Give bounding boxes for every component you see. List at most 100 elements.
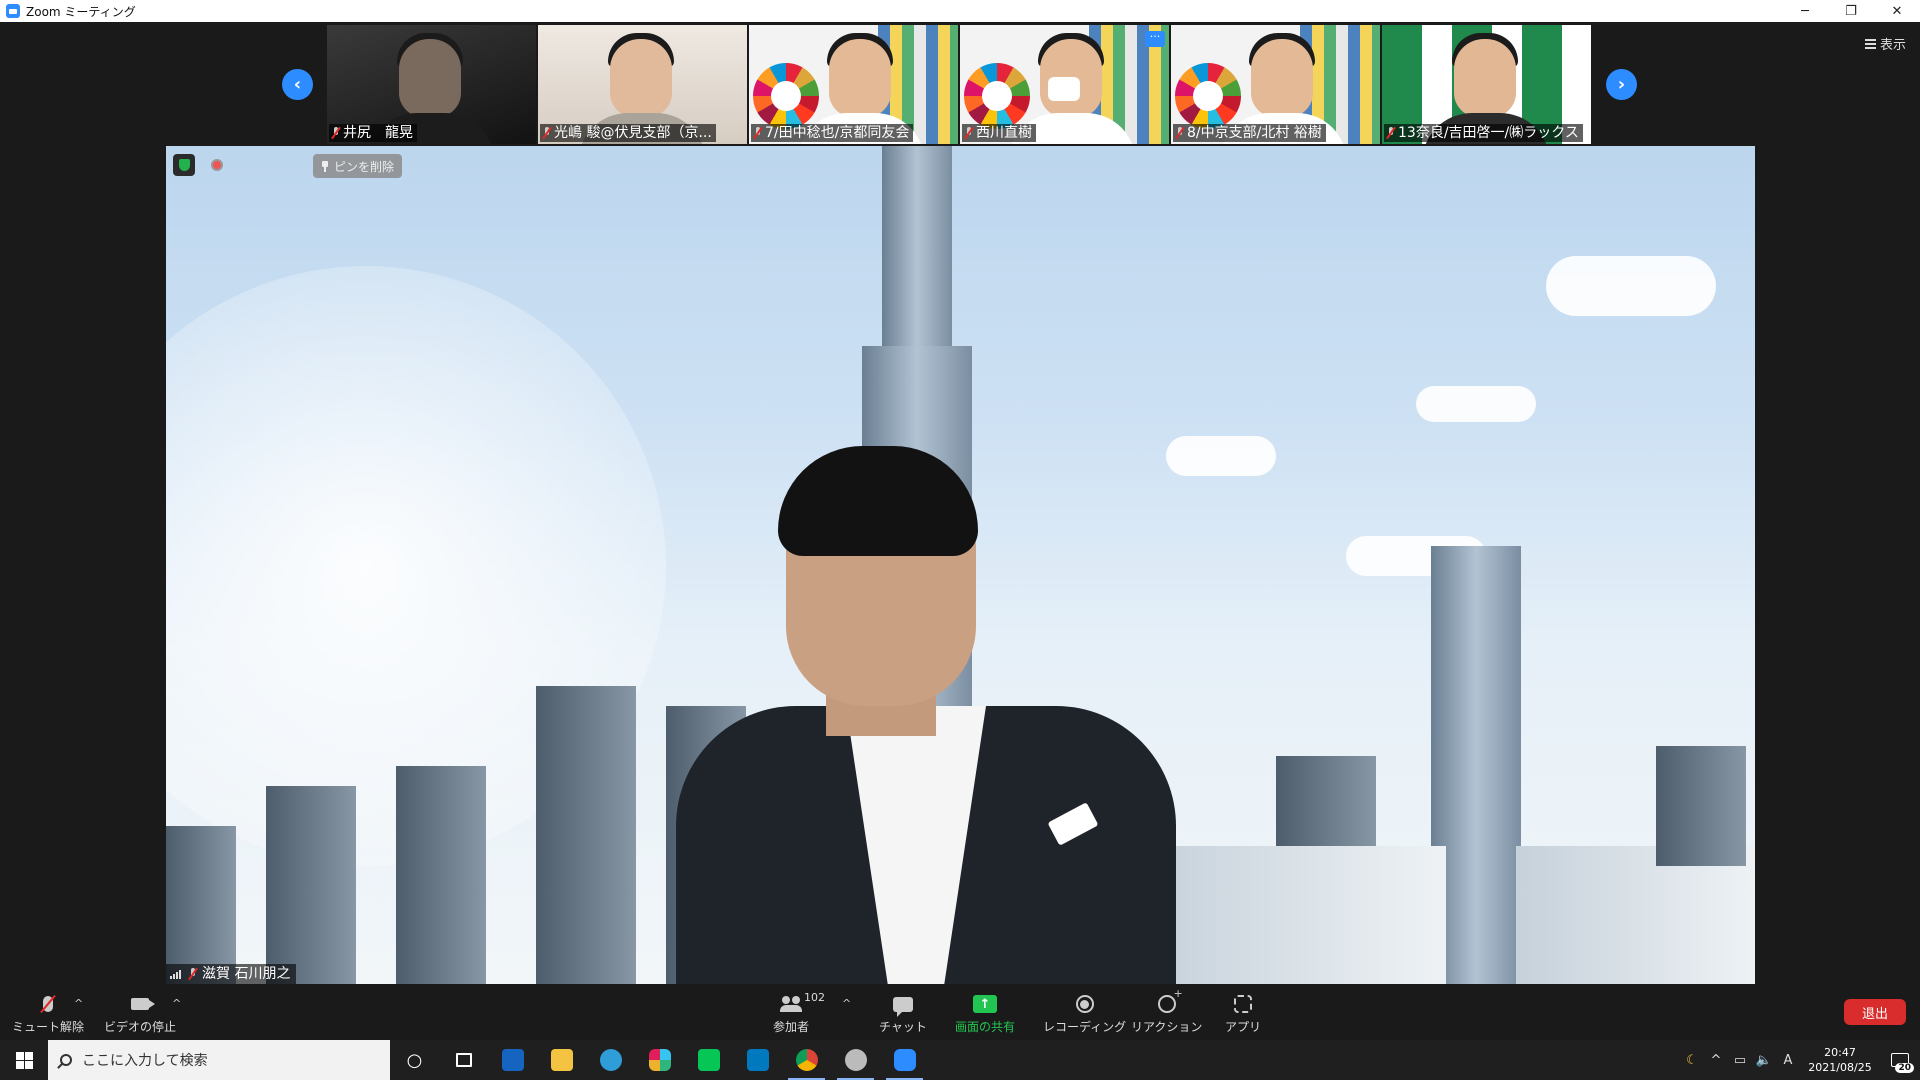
record-icon [1075,995,1094,1013]
leave-button[interactable]: 退出 [1844,999,1906,1025]
reactions-label: リアクション [1131,1020,1203,1034]
participants-button[interactable]: 102 参加者 [773,991,825,1035]
cortana-button[interactable]: ○ [390,1040,439,1080]
line-app-icon [697,1049,720,1071]
building [266,786,356,984]
restore-button[interactable]: ❐ [1828,0,1874,22]
stop-video-button[interactable]: ビデオの停止 [104,993,176,1035]
taskbar-app[interactable] [733,1040,782,1080]
video-options-caret[interactable]: ^ [172,997,181,1010]
muted-mic-icon [188,968,198,980]
settings-gear-icon [844,1049,867,1071]
taskbar-search-box[interactable]: ここに入力して検索 [48,1040,390,1080]
participants-options-caret[interactable]: ^ [842,997,851,1010]
participant-name-label: 西川直樹 [962,124,1036,142]
ime-mode-icon[interactable]: A [1776,1040,1800,1080]
speaker-name: 滋賀 石川朋之 [202,966,291,982]
windows-start-icon[interactable] [0,1040,48,1080]
participant-tile[interactable]: 井尻 龍晃 [327,25,536,144]
participant-face [1251,39,1313,117]
face-mask [1048,77,1080,101]
participant-name-label: 7/田中稔也/京都同友会 [751,124,914,142]
record-indicator-icon [211,159,223,171]
task-view-button[interactable] [439,1040,488,1080]
participant-tile[interactable]: 7/田中稔也/京都同友会 [749,25,958,144]
participant-name: 7/田中稔也/京都同友会 [765,125,910,141]
participant-face [399,39,461,117]
window-title: Zoom ミーティング [26,4,136,19]
participant-face [610,39,672,117]
unpin-button[interactable]: ピンを削除 [313,154,403,178]
participant-tile[interactable]: 13奈良/吉田啓一/㈱ラックス [1382,25,1591,144]
search-icon [60,1054,72,1066]
clock-date: 2021/08/25 [1808,1061,1872,1074]
signal-strength-icon [170,969,184,979]
prev-page-button[interactable]: ‹ [282,69,313,100]
next-page-button[interactable]: › [1606,69,1637,100]
participant-face [1454,39,1516,117]
participant-tile[interactable]: ··· 西川直樹 [960,25,1169,144]
main-speaker-video[interactable]: ピンを削除 滋賀 石川朋之 [166,146,1755,984]
chevron-right-icon: › [1617,74,1626,95]
emoji-reaction-icon [1157,987,1183,1013]
mall-building [1146,846,1446,984]
taskbar-app[interactable] [782,1040,831,1080]
taskbar-app[interactable] [831,1040,880,1080]
participant-strip: 井尻 龍晃 光嶋 駿@伏見支部（京... 7/田中稔也/京都同友会 ··· 西川… [327,25,1591,144]
taskbar-app[interactable] [586,1040,635,1080]
video-camera-icon [131,998,155,1010]
zoom-app-icon [6,4,20,18]
share-arrow-icon: ↑ [973,995,997,1013]
muted-mic-icon [964,127,974,139]
participants-icon [780,996,802,1012]
pin-icon [321,160,329,172]
participant-more-button[interactable]: ··· [1145,31,1165,47]
notification-center-icon[interactable]: 20 [1880,1040,1920,1080]
recording-button[interactable]: レコーディング [1043,993,1126,1035]
taskbar-app[interactable] [684,1040,733,1080]
participant-tile[interactable]: 光嶋 駿@伏見支部（京... [538,25,747,144]
taskbar-app[interactable] [537,1040,586,1080]
speaker-name-label: 滋賀 石川朋之 [166,964,297,984]
weather-icon[interactable]: ☾ [1680,1040,1704,1080]
close-button[interactable]: ✕ [1874,0,1920,22]
search-placeholder: ここに入力して検索 [82,1053,208,1069]
participant-count: 102 [804,991,825,1004]
participants-label: 参加者 [773,1020,810,1034]
battery-icon[interactable]: ▭ [1728,1040,1752,1080]
mic-muted-icon [43,996,53,1012]
calculator-app-icon [501,1049,524,1071]
share-screen-button[interactable]: ↑ 画面の共有 [955,993,1015,1035]
notification-count: 20 [1895,1063,1914,1073]
apps-label: アプリ [1225,1020,1262,1034]
audio-options-caret[interactable]: ^ [74,997,83,1010]
cloud [1166,436,1276,476]
building [1656,746,1746,866]
sdgs-wheel-graphic [1175,63,1241,129]
participant-tile[interactable]: 8/中京支部/北村 裕樹 [1171,25,1380,144]
participant-name: 光嶋 駿@伏見支部（京... [554,125,712,141]
participant-name-label: 井尻 龍晃 [329,124,417,142]
system-tray: ☾ ^ ▭ 🔈 A 20:47 2021/08/25 20 [1680,1040,1920,1080]
taskbar-app[interactable] [488,1040,537,1080]
title-bar: Zoom ミーティング ─ ❐ ✕ [0,0,1920,22]
taskbar-app[interactable] [635,1040,684,1080]
taskbar-clock[interactable]: 20:47 2021/08/25 [1800,1045,1880,1075]
sdgs-wheel-graphic [964,63,1030,129]
view-button[interactable]: 表示 [1864,34,1906,53]
windows-taskbar: ここに入力して検索 ○ ☾ ^ ▭ 🔈 A 20:47 2021/08/25 2… [0,1040,1920,1080]
security-shield-icon[interactable] [173,154,195,176]
apps-button[interactable]: アプリ [1225,993,1261,1035]
unpin-label: ピンを削除 [334,159,395,174]
sdgs-wheel-graphic [753,63,819,129]
participant-face [829,39,891,117]
chat-button[interactable]: チャット [879,993,927,1035]
unmute-label: ミュート解除 [12,1020,85,1034]
reactions-button[interactable]: リアクション [1131,987,1203,1035]
zoom-taskbar-icon [893,1049,916,1071]
minimize-button[interactable]: ─ [1782,0,1828,22]
volume-icon[interactable]: 🔈 [1752,1040,1776,1080]
tray-overflow-icon[interactable]: ^ [1704,1040,1728,1080]
cloud [1416,386,1536,422]
taskbar-app[interactable] [880,1040,929,1080]
